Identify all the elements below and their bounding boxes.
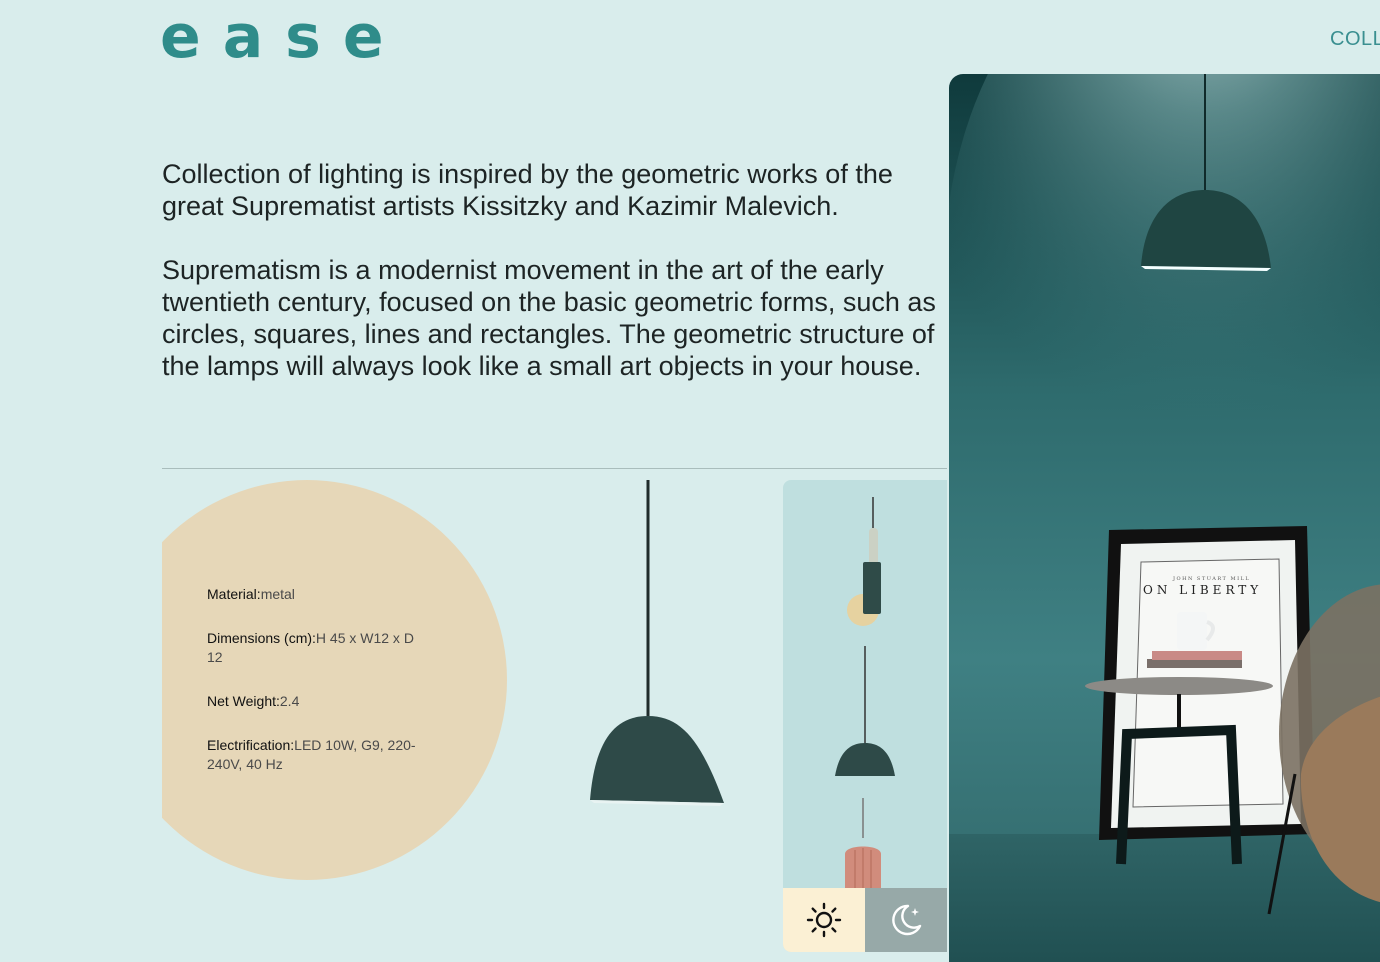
mode-toggle xyxy=(783,888,947,952)
section-divider xyxy=(162,468,947,469)
dark-mode-button[interactable] xyxy=(865,888,947,952)
book-title: ON LIBERTY xyxy=(1143,583,1262,597)
intro-paragraph-2: Suprematism is a modernist movement in t… xyxy=(162,255,936,381)
room-scene-image: JOHN STUART MILL ON LIBERTY xyxy=(949,74,1380,962)
spec-material: Material:metal xyxy=(207,585,422,604)
spec-value: metal xyxy=(260,586,295,602)
brand-logo[interactable]: ease xyxy=(160,2,406,72)
moon-icon xyxy=(892,904,922,936)
spec-label: Electrification: xyxy=(207,737,295,753)
spec-net-weight: Net Weight:2.4 xyxy=(207,692,422,711)
thumbnail-pendant-lamp[interactable] xyxy=(783,640,947,790)
book-author: JOHN STUART MILL xyxy=(1172,576,1250,582)
light-mode-button[interactable] xyxy=(783,888,865,952)
spec-label: Dimensions (cm): xyxy=(207,630,316,646)
intro-text: Collection of lighting is inspired by th… xyxy=(162,158,952,414)
thumbnail-cylinder-lamp[interactable] xyxy=(783,480,947,635)
spec-dimensions: Dimensions (cm):H 45 x W12 x D 12 xyxy=(207,629,422,667)
nav-collections[interactable]: COLLECTIONS xyxy=(1330,28,1380,51)
product-thumbnails xyxy=(783,480,947,952)
pendant-lamp-image xyxy=(590,480,724,806)
spec-label: Material: xyxy=(207,586,261,602)
thumbnail-ribbed-lamp[interactable] xyxy=(783,792,947,892)
sun-icon xyxy=(806,902,842,938)
hero-photo: JOHN STUART MILL ON LIBERTY xyxy=(949,74,1380,962)
intro-paragraph-1: Collection of lighting is inspired by th… xyxy=(162,159,893,221)
spec-value: 2.4 xyxy=(279,693,300,709)
specs-list: Material:metal Dimensions (cm):H 45 x W1… xyxy=(207,585,422,799)
spec-label: Net Weight: xyxy=(207,693,280,709)
page: ease COLLECTIONS Collection of lighting … xyxy=(0,0,1380,962)
spec-electrification: Electrification:LED 10W, G9, 220-240V, 4… xyxy=(207,736,422,774)
